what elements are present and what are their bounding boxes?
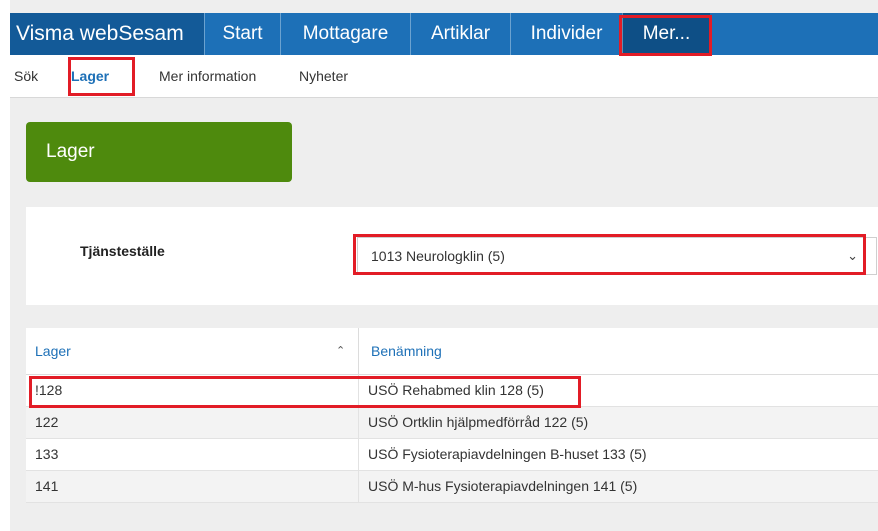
column-divider (358, 471, 359, 502)
subnav-mer-information[interactable]: Mer information (159, 55, 256, 97)
column-divider (358, 375, 359, 406)
tjanstestalle-select[interactable]: 1013 Neurologklin (5) ⌄ (357, 237, 877, 275)
nav-start[interactable]: Start (204, 13, 280, 55)
select-value: 1013 Neurologklin (5) (371, 248, 505, 264)
top-navigation: Visma webSesam Start Mottagare Artiklar … (10, 13, 878, 55)
cell-lager: 133 (35, 446, 59, 462)
page-title: Lager (26, 122, 292, 182)
filter-panel: Tjänsteställe 1013 Neurologklin (5) ⌄ (26, 207, 878, 305)
column-divider (358, 439, 359, 470)
table-row[interactable]: 141 USÖ M-hus Fysioterapiavdelningen 141… (26, 471, 878, 503)
subnav-lager[interactable]: Lager (71, 55, 109, 97)
nav-individer[interactable]: Individer (510, 13, 622, 55)
cell-benamning: USÖ Ortklin hjälpmedförråd 122 (5) (368, 414, 589, 430)
table-row[interactable]: 122 USÖ Ortklin hjälpmedförråd 122 (5) (26, 407, 878, 439)
lager-table: Lager ⌃ Benämning !128 USÖ Rehabmed klin… (26, 328, 878, 503)
app-frame: Visma webSesam Start Mottagare Artiklar … (10, 0, 878, 531)
chevron-down-icon: ⌄ (847, 248, 858, 263)
nav-mer[interactable]: Mer... (622, 13, 710, 55)
nav-mottagare[interactable]: Mottagare (280, 13, 410, 55)
table-header: Lager ⌃ Benämning (26, 328, 878, 375)
cell-lager: 141 (35, 478, 59, 494)
table-row[interactable]: 133 USÖ Fysioterapiavdelningen B-huset 1… (26, 439, 878, 471)
column-divider (358, 328, 359, 374)
column-divider (358, 407, 359, 438)
nav-artiklar[interactable]: Artiklar (410, 13, 510, 55)
cell-lager: 122 (35, 414, 59, 430)
subnav-sok[interactable]: Sök (14, 55, 38, 97)
cell-benamning: USÖ M-hus Fysioterapiavdelningen 141 (5) (368, 478, 638, 494)
table-row[interactable]: !128 USÖ Rehabmed klin 128 (5) (26, 375, 878, 407)
sort-ascending-icon[interactable]: ⌃ (336, 328, 345, 374)
tjanstestalle-label: Tjänsteställe (80, 243, 165, 259)
brand-logo[interactable]: Visma webSesam (10, 13, 204, 55)
column-header-benamning[interactable]: Benämning (371, 328, 442, 374)
cell-lager: !128 (35, 382, 63, 398)
sub-navigation: Sök Lager Mer information Nyheter (10, 55, 878, 98)
cell-benamning: USÖ Fysioterapiavdelningen B-huset 133 (… (368, 446, 647, 462)
column-header-lager[interactable]: Lager (35, 328, 71, 374)
cell-benamning: USÖ Rehabmed klin 128 (5) (368, 382, 544, 398)
subnav-nyheter[interactable]: Nyheter (299, 55, 348, 97)
